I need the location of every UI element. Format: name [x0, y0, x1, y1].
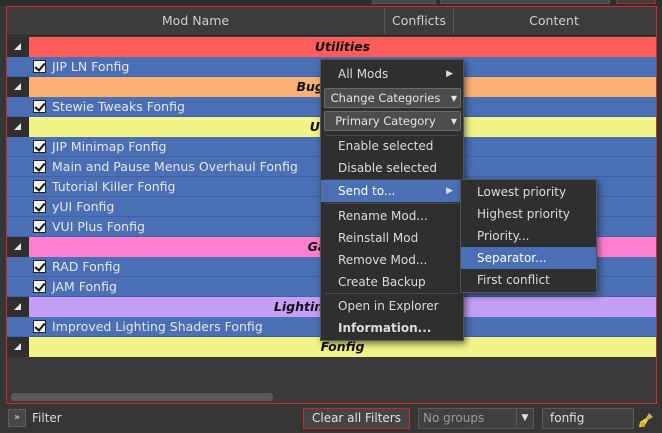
clear-all-filters-button[interactable]: Clear all Filters	[303, 408, 410, 429]
collapse-triangle-icon[interactable]	[7, 37, 29, 57]
change-categories-dropdown[interactable]: Change Categories ▼	[324, 88, 461, 108]
send-to-submenu: Lowest priority Highest priority Priorit…	[460, 179, 597, 293]
collapse-triangle-icon[interactable]	[7, 297, 29, 317]
mod-name: Main and Pause Menus Overhaul Fonfig	[52, 159, 298, 174]
mod-name: JAM Fonfig	[52, 279, 117, 294]
filter-input[interactable]: fonfig	[542, 408, 634, 429]
mod-name: VUI Plus Fonfig	[52, 219, 145, 234]
column-header-mod-name[interactable]: Mod Name	[7, 7, 384, 35]
toolbar-button[interactable]	[440, 0, 610, 4]
menu-item-remove-mod[interactable]: Remove Mod...	[321, 249, 463, 271]
filter-label: Filter	[32, 411, 62, 425]
chevron-right-icon: ▶	[446, 186, 453, 196]
mod-enabled-checkbox[interactable]	[33, 260, 46, 273]
menu-item-send-to[interactable]: Send to... ▶	[321, 180, 463, 202]
mod-enabled-checkbox[interactable]	[33, 200, 46, 213]
toolbar-button[interactable]	[372, 0, 436, 4]
menu-item-all-mods[interactable]: All Mods ▶	[321, 63, 463, 85]
menu-item-open-in-explorer[interactable]: Open in Explorer	[321, 295, 463, 317]
separator-band: Utilities	[29, 37, 656, 57]
mod-name: JIP LN Fonfig	[52, 59, 130, 74]
menu-item-reinstall-mod[interactable]: Reinstall Mod	[321, 227, 463, 249]
context-menu: All Mods ▶ Change Categories ▼ Primary C…	[320, 59, 464, 341]
broom-icon[interactable]	[638, 411, 656, 429]
chevron-down-icon: ▼	[516, 409, 533, 428]
submenu-item-highest-priority[interactable]: Highest priority	[461, 203, 596, 225]
submenu-item-priority[interactable]: Priority...	[461, 225, 596, 247]
menu-item-rename-mod[interactable]: Rename Mod...	[321, 205, 463, 227]
menu-item-create-backup[interactable]: Create Backup	[321, 271, 463, 293]
expand-filters-button[interactable]: »	[8, 409, 26, 427]
mod-name: yUI Fonfig	[52, 199, 115, 214]
mod-name: Improved Lighting Shaders Fonfig	[52, 319, 263, 334]
collapse-triangle-icon[interactable]	[7, 117, 29, 137]
column-header-content[interactable]: Content	[454, 7, 654, 35]
mod-enabled-checkbox[interactable]	[33, 100, 46, 113]
filter-bar: » Filter Clear all Filters No groups ▼ f…	[0, 404, 662, 433]
collapse-triangle-icon[interactable]	[7, 77, 29, 97]
collapse-triangle-icon[interactable]	[7, 337, 29, 357]
menu-item-disable-selected[interactable]: Disable selected	[321, 157, 463, 179]
horizontal-scrollbar[interactable]	[11, 393, 273, 401]
primary-category-dropdown[interactable]: Primary Category ▼	[324, 111, 461, 131]
mod-name: JIP Minimap Fonfig	[52, 139, 167, 154]
groups-dropdown[interactable]: No groups ▼	[418, 408, 534, 429]
submenu-item-first-conflict[interactable]: First conflict	[461, 269, 596, 291]
chevron-down-icon: ▼	[450, 117, 457, 126]
mod-enabled-checkbox[interactable]	[33, 140, 46, 153]
toolbar-button[interactable]	[616, 0, 656, 4]
column-header-conflicts[interactable]: Conflicts	[385, 7, 453, 35]
mod-name: RAD Fonfig	[52, 259, 121, 274]
mod-enabled-checkbox[interactable]	[33, 160, 46, 173]
mod-list-header: Mod Name Conflicts Content	[7, 7, 656, 36]
mod-enabled-checkbox[interactable]	[33, 320, 46, 333]
separator-label: Utilities	[314, 39, 371, 54]
mod-enabled-checkbox[interactable]	[33, 60, 46, 73]
submenu-item-separator[interactable]: Separator...	[461, 247, 596, 269]
mod-name: Stewie Tweaks Fonfig	[52, 99, 185, 114]
mod-name: Tutorial Killer Fonfig	[52, 179, 176, 194]
mod-enabled-checkbox[interactable]	[33, 280, 46, 293]
menu-item-information[interactable]: Information...	[321, 317, 463, 339]
chevron-down-icon: ▼	[450, 94, 457, 103]
menu-item-enable-selected[interactable]: Enable selected	[321, 135, 463, 157]
separator-row[interactable]: Utilities	[7, 37, 656, 57]
chevron-right-icon: ▶	[446, 69, 453, 79]
collapse-triangle-icon[interactable]	[7, 237, 29, 257]
mod-enabled-checkbox[interactable]	[33, 220, 46, 233]
submenu-item-lowest-priority[interactable]: Lowest priority	[461, 181, 596, 203]
mod-enabled-checkbox[interactable]	[33, 180, 46, 193]
